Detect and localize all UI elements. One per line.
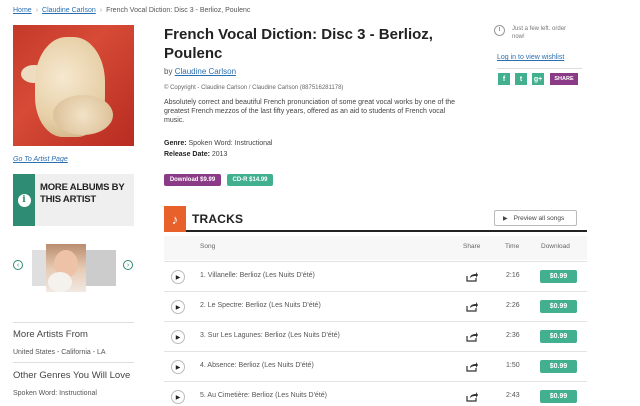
- tracks-header: ♪ TRACKS ▶ Preview all songs: [164, 206, 587, 232]
- tracks-heading: TRACKS: [192, 212, 244, 226]
- breadcrumb: Home › Claudine Carlson › French Vocal Dicti…: [13, 7, 250, 14]
- buy-track-button[interactable]: $0.99: [540, 390, 577, 403]
- cover-detail: [53, 95, 113, 135]
- carousel-thumbnail[interactable]: [86, 250, 116, 286]
- copyright-text: © Copyright - Claudine Carlson / Claudin…: [164, 85, 344, 91]
- genre-value: Spoken Word: Instructional: [188, 140, 273, 147]
- share-button[interactable]: SHARE: [550, 73, 578, 85]
- more-artists-location-link[interactable]: United States - California - LA: [13, 349, 106, 356]
- google-plus-icon[interactable]: g+: [532, 73, 544, 85]
- byline: by Claudine Carlson: [164, 67, 236, 76]
- stock-notice: Just a few left. order now!: [512, 26, 567, 40]
- share-arrow-icon[interactable]: [466, 391, 478, 402]
- track-title: 1. Villanelle: Berlioz (Les Nuits D'été): [200, 272, 315, 279]
- more-albums-label: More Albums By This Artist: [40, 182, 125, 205]
- preview-all-label: Preview all songs: [513, 214, 565, 222]
- track-row: ▶ 1. Villanelle: Berlioz (Les Nuits D'ét…: [164, 261, 587, 291]
- column-download: Download: [541, 243, 570, 250]
- play-icon[interactable]: ▶: [171, 330, 185, 344]
- album-title: French Vocal Diction: Disc 3 - Berlioz, …: [164, 26, 433, 62]
- twitter-icon[interactable]: t: [515, 73, 527, 85]
- other-genres-heading: Other Genres You Will Love: [13, 370, 131, 381]
- breadcrumb-artist-link[interactable]: Claudine Carlson: [42, 7, 96, 14]
- carousel-thumbnail[interactable]: [32, 250, 46, 286]
- track-time: 2:16: [506, 272, 520, 279]
- share-arrow-icon[interactable]: [466, 271, 478, 282]
- preview-all-button[interactable]: ▶ Preview all songs: [494, 210, 577, 226]
- facebook-icon[interactable]: f: [498, 73, 510, 85]
- breadcrumb-separator: ›: [35, 7, 39, 14]
- track-title: 2. Le Spectre: Berlioz (Les Nuits D'été): [200, 302, 321, 309]
- clock-icon: [494, 25, 505, 36]
- column-time: Time: [505, 243, 520, 250]
- carousel-next-icon[interactable]: ›: [123, 260, 133, 270]
- info-icon: i: [17, 193, 31, 207]
- tracks-column-header: Song Share Time Download: [164, 236, 587, 260]
- release-row: Release Date: 2013: [164, 151, 227, 158]
- track-row: ▶ 2. Le Spectre: Berlioz (Les Nuits D'ét…: [164, 291, 587, 321]
- divider: [13, 322, 134, 323]
- cd-r-button[interactable]: CD-R $14.99: [227, 174, 273, 186]
- genre-row: Genre: Spoken Word: Instructional: [164, 140, 272, 147]
- album-description: Absolutely correct and beautiful French …: [164, 99, 456, 124]
- wishlist-login-link[interactable]: Log in to view wishlist: [497, 54, 564, 61]
- divider: [497, 68, 582, 69]
- play-icon[interactable]: ▶: [171, 270, 185, 284]
- share-arrow-icon[interactable]: [466, 361, 478, 372]
- breadcrumb-home-link[interactable]: Home: [13, 7, 32, 14]
- track-row: ▶ 4. Absence: Berlioz (Les Nuits D'été) …: [164, 351, 587, 381]
- breadcrumb-separator: ›: [99, 7, 103, 14]
- buy-track-button[interactable]: $0.99: [540, 360, 577, 373]
- album-cover-image: [13, 25, 134, 146]
- carousel-artist-photo[interactable]: [46, 244, 86, 292]
- go-to-artist-page-link[interactable]: Go To Artist Page: [13, 156, 68, 163]
- track-time: 1:50: [506, 362, 520, 369]
- info-icon-panel: i: [13, 174, 35, 226]
- other-genres-link[interactable]: Spoken Word: Instructional: [13, 390, 97, 397]
- genre-label: Genre:: [164, 140, 187, 147]
- photo-detail: [48, 272, 72, 292]
- column-song: Song: [200, 243, 216, 250]
- breadcrumb-current: French Vocal Diction: Disc 3 - Berlioz, …: [106, 7, 251, 14]
- release-value: 2013: [211, 151, 228, 158]
- artist-carousel: ‹ ›: [13, 240, 134, 296]
- track-title: 4. Absence: Berlioz (Les Nuits D'été): [200, 362, 314, 369]
- artist-link[interactable]: Claudine Carlson: [175, 67, 236, 76]
- track-title: 5. Au Cimetière: Berlioz (Les Nuits D'ét…: [200, 392, 327, 399]
- play-icon[interactable]: ▶: [171, 360, 185, 374]
- play-icon: ▶: [503, 215, 508, 222]
- track-time: 2:26: [506, 302, 520, 309]
- release-label: Release Date:: [164, 151, 210, 158]
- track-row: ▶ 5. Au Cimetière: Berlioz (Les Nuits D'…: [164, 381, 587, 406]
- play-icon[interactable]: ▶: [171, 300, 185, 314]
- by-label: by: [164, 67, 173, 76]
- track-row: ▶ 3. Sur Les Lagunes: Berlioz (Les Nuits…: [164, 321, 587, 351]
- track-time: 2:36: [506, 332, 520, 339]
- music-note-icon: ♪: [164, 206, 186, 232]
- share-arrow-icon[interactable]: [466, 331, 478, 342]
- share-arrow-icon[interactable]: [466, 301, 478, 312]
- carousel-prev-icon[interactable]: ‹: [13, 260, 23, 270]
- download-album-button[interactable]: Download $9.99: [164, 174, 221, 186]
- divider: [13, 362, 134, 363]
- more-albums-box[interactable]: i More Albums By This Artist: [13, 174, 134, 226]
- track-time: 2:43: [506, 392, 520, 399]
- buy-track-button[interactable]: $0.99: [540, 330, 577, 343]
- buy-track-button[interactable]: $0.99: [540, 270, 577, 283]
- more-artists-heading: More Artists From: [13, 329, 88, 340]
- track-title: 3. Sur Les Lagunes: Berlioz (Les Nuits D…: [200, 332, 340, 339]
- column-share: Share: [463, 243, 481, 250]
- buy-track-button[interactable]: $0.99: [540, 300, 577, 313]
- play-icon[interactable]: ▶: [171, 390, 185, 404]
